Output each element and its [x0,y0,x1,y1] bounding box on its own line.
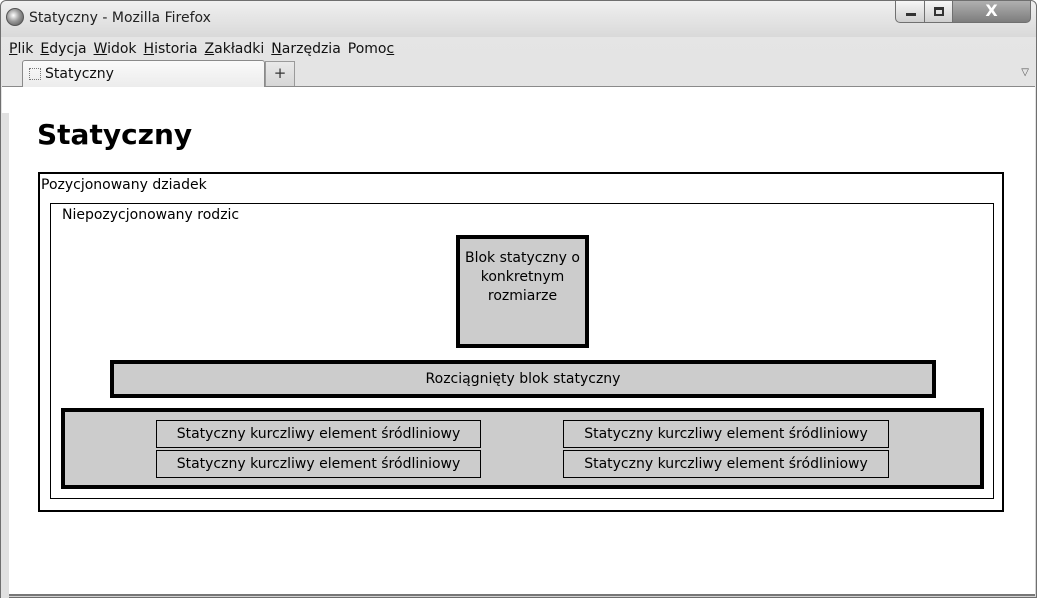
menu-zakladki-accesskey: Z [204,40,215,57]
menu-widok-accesskey: W [93,40,108,57]
menu-narzedzia[interactable]: Narzędzia [267,41,344,57]
menu-pomoc-label: Pomo [347,40,387,57]
tab-label: Statyczny [45,66,114,82]
page-icon [29,68,41,80]
menu-narzedzia-label: arzędzia [281,40,341,57]
parent-label: Niepozycjonowany rodzic [62,207,240,223]
minimize-button[interactable] [895,1,925,23]
menu-edycja-accesskey: E [40,40,50,57]
menu-historia-label: istoria [154,40,198,57]
menu-narzedzia-accesskey: N [271,40,282,57]
left-edge [1,113,9,598]
grandparent-label: Pozycjonowany dziadek [41,177,207,193]
menu-edycja-label: dycja [49,40,87,57]
window-title: Statyczny - Mozilla Firefox [29,10,211,26]
inline-element: Statyczny kurczliwy element śródliniowy [563,420,889,448]
static-sized-block: Blok statyczny o konkretnym rozmiarze [456,235,589,348]
menu-plik-label: lik [17,40,34,57]
tab-list-icon[interactable]: ▽ [1021,67,1029,78]
inline-element: Statyczny kurczliwy element śródliniowy [563,450,889,478]
tab-bar: Statyczny + ▽ [2,60,1035,87]
new-tab-button[interactable]: + [265,61,295,86]
close-icon: X [985,1,998,20]
inline-element: Statyczny kurczliwy element śródliniowy [156,420,481,448]
menu-bar: Plik Edycja Widok Historia Zakładki Narz… [2,37,1035,60]
menu-edycja[interactable]: Edycja [36,41,89,57]
menu-widok[interactable]: Widok [90,41,140,57]
inline-element: Statyczny kurczliwy element śródliniowy [156,450,481,478]
maximize-button[interactable] [925,1,953,23]
firefox-logo-icon [6,8,24,26]
page-heading: Statyczny [37,118,193,151]
menu-widok-label: idok [107,40,137,57]
close-button[interactable]: X [953,1,1031,23]
menu-zakladki[interactable]: Zakładki [201,41,268,57]
menu-zakladki-label: akładki [214,40,265,57]
menu-historia[interactable]: Historia [140,41,201,57]
minimize-icon [906,13,916,16]
menu-pomoc[interactable]: Pomoc [344,41,397,57]
tab-statyczny[interactable]: Statyczny [22,60,265,87]
maximize-icon [934,7,944,16]
menu-pomoc-accesskey: c [386,40,395,57]
menu-plik[interactable]: Plik [2,41,36,57]
title-bar: Statyczny - Mozilla Firefox X [1,1,1036,37]
stretched-block: Rozciągnięty blok statyczny [110,360,936,398]
menu-historia-accesskey: H [143,40,155,57]
